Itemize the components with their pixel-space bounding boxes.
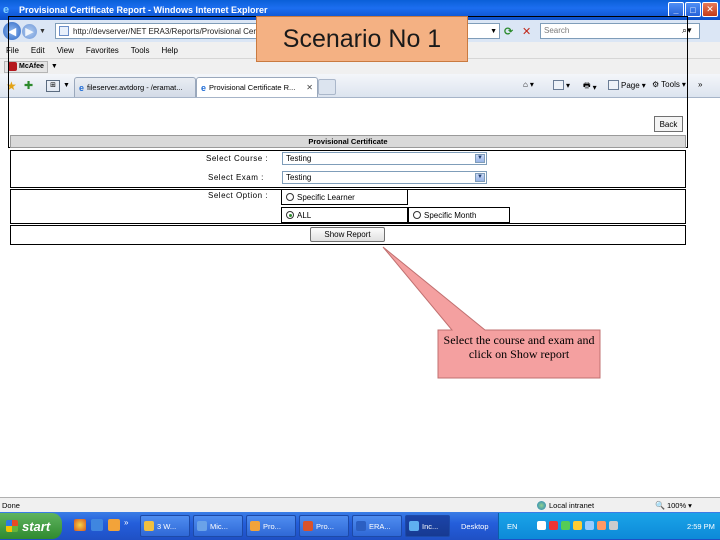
zoom-level: 100% (666, 500, 687, 510)
window-controls: _ □ ✕ (668, 2, 718, 17)
globe-icon (537, 500, 546, 510)
zone-label: Local intranet (549, 500, 595, 510)
task-label: Pro... (263, 521, 281, 531)
powerpoint-icon (303, 521, 313, 531)
task-pro-2[interactable]: Pro... (299, 515, 349, 537)
radio-specific-month[interactable] (413, 211, 421, 219)
window-icon (197, 521, 207, 531)
task-microsoft[interactable]: Mic... (193, 515, 243, 537)
word-icon (356, 521, 366, 531)
quicklaunch-more-icon[interactable]: » (124, 518, 128, 527)
exam-select-value: Testing (286, 173, 312, 182)
option-all-label: ALL (297, 210, 312, 220)
chrome-quicklaunch-icon[interactable] (74, 519, 86, 531)
minimize-button[interactable]: _ (668, 2, 684, 17)
tray-volume-icon[interactable] (609, 521, 618, 530)
callout-text: Select the course and exam and click on … (443, 333, 595, 361)
option-specific-month-label: Specific Month (424, 210, 477, 220)
status-bar: Done Local intranet 🔍 100% ▾ (0, 497, 720, 512)
tray-network-icon[interactable] (561, 521, 570, 530)
back-button[interactable]: Back (654, 116, 683, 132)
desktop-toolbar-label[interactable]: Desktop (461, 522, 489, 531)
exam-label: Select Exam : (208, 173, 264, 182)
taskbar: start » 3 W... Mic... Pro... Pro... ERA.… (0, 512, 720, 540)
magnifier-icon: 🔍 (655, 500, 665, 510)
chevron-down-icon[interactable]: ▼ (475, 154, 485, 163)
app-icon (250, 521, 260, 531)
clock[interactable]: 2:59 PM (687, 522, 715, 531)
task-era[interactable]: ERA... (352, 515, 402, 537)
task-explorer[interactable]: 3 W... (140, 515, 190, 537)
internet-explorer-icon: e (3, 4, 10, 16)
scenario-label: Scenario No 1 (256, 16, 468, 62)
task-pro-1[interactable]: Pro... (246, 515, 296, 537)
task-label: Mic... (210, 521, 228, 531)
start-label: start (22, 518, 51, 534)
ie-task-icon (409, 521, 419, 531)
ie-quicklaunch-icon[interactable] (91, 519, 103, 531)
option-specific-learner-label: Specific Learner (297, 192, 355, 202)
course-label: Select Course : (206, 154, 269, 163)
option-specific-month[interactable]: Specific Month (408, 207, 510, 223)
tray-mcafee-icon[interactable] (549, 521, 558, 530)
course-select-value: Testing (286, 154, 312, 163)
task-ie-active[interactable]: Inc... (405, 515, 450, 537)
show-report-button[interactable]: Show Report (310, 227, 385, 242)
tray-app-icon[interactable] (537, 521, 546, 530)
option-label: Select Option : (208, 191, 268, 200)
task-label: 3 W... (157, 521, 177, 531)
chevron-down-icon[interactable]: ▼ (475, 173, 485, 182)
maximize-button[interactable]: □ (685, 2, 701, 17)
more-commands-label: » (698, 80, 703, 89)
window-title: Provisional Certificate Report - Windows… (19, 5, 268, 15)
radio-all[interactable] (286, 211, 294, 219)
system-tray: Desktop EN 2:59 PM (461, 513, 720, 539)
exam-select[interactable]: Testing ▼ (282, 171, 487, 184)
start-button[interactable]: start (0, 513, 62, 539)
security-zone: Local intranet (537, 500, 595, 510)
radio-specific-learner[interactable] (286, 193, 294, 201)
zoom-dropdown-icon[interactable]: ▾ (688, 501, 692, 510)
windows-logo-icon (6, 520, 18, 532)
tray-status-icon[interactable] (585, 521, 594, 530)
tray-update-icon[interactable] (597, 521, 606, 530)
folder-icon (144, 521, 154, 531)
task-label: ERA... (369, 521, 391, 531)
option-specific-learner[interactable]: Specific Learner (281, 189, 408, 205)
task-label: Inc... (422, 521, 439, 531)
language-indicator[interactable]: EN (507, 522, 517, 531)
form-header: Provisional Certificate (10, 135, 686, 148)
zoom-control[interactable]: 🔍 100% ▾ (655, 501, 692, 510)
tray-security-icon[interactable] (573, 521, 582, 530)
more-commands-button[interactable]: » (698, 80, 702, 89)
task-label: Pro... (316, 521, 334, 531)
course-select[interactable]: Testing ▼ (282, 152, 487, 165)
option-all[interactable]: ALL (281, 207, 408, 223)
status-text: Done (2, 500, 20, 510)
close-window-button[interactable]: ✕ (702, 2, 718, 17)
office-quicklaunch-icon[interactable] (108, 519, 120, 531)
